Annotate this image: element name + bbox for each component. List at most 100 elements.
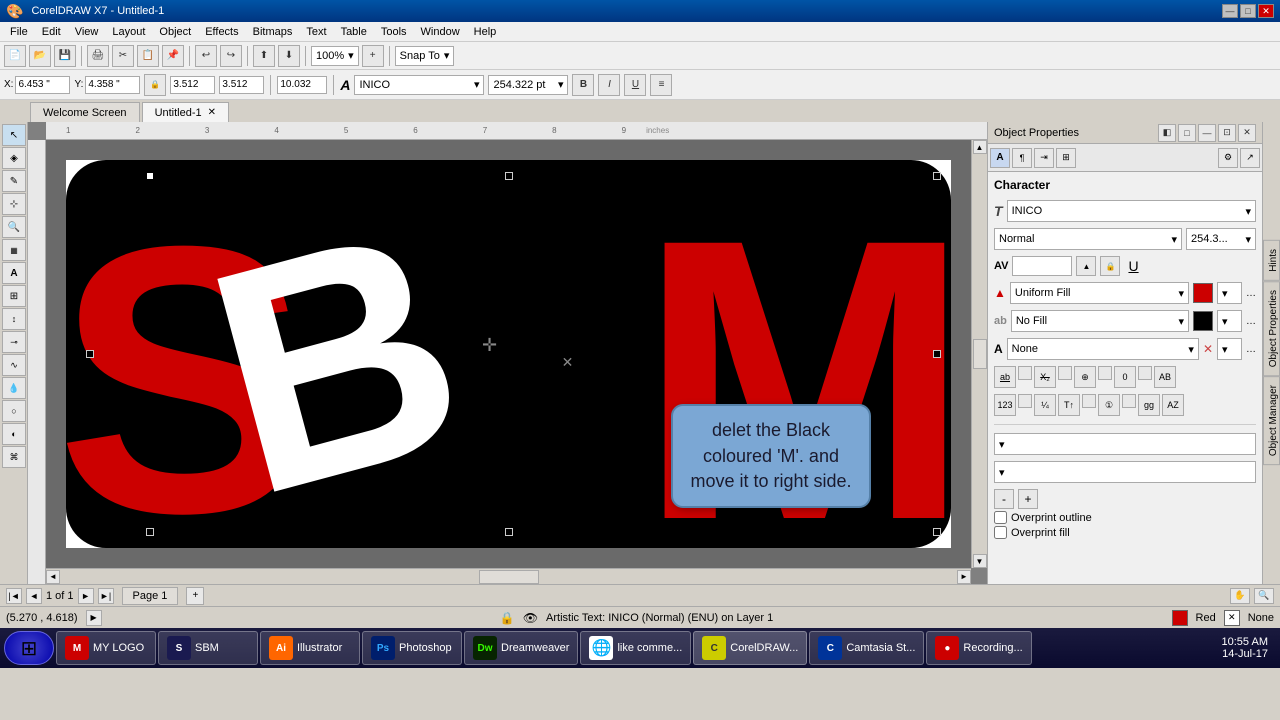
export-button[interactable]: ⬇: [278, 45, 300, 67]
last-page-btn[interactable]: ►|: [98, 588, 114, 604]
zoom-dropdown[interactable]: 100% ▾: [311, 46, 359, 66]
side-tab-manager[interactable]: Object Manager: [1263, 376, 1280, 465]
start-button[interactable]: ⊞: [4, 631, 54, 665]
maximize-button[interactable]: □: [1240, 4, 1256, 18]
panel-float[interactable]: ⊡: [1218, 124, 1236, 142]
smart-tool[interactable]: ⌘: [2, 446, 26, 468]
outline-color-dropdown[interactable]: ▾: [1217, 310, 1242, 332]
panel-minimize[interactable]: —: [1198, 124, 1216, 142]
lock-ratio[interactable]: 🔒: [144, 74, 166, 96]
taskbar-mylogo[interactable]: M MY LOGO: [56, 631, 156, 665]
panel-btn2[interactable]: □: [1178, 124, 1196, 142]
outline-options-icon[interactable]: …: [1246, 316, 1256, 327]
fill2-tool[interactable]: ◐: [2, 423, 26, 445]
menu-bitmaps[interactable]: Bitmaps: [247, 24, 299, 40]
next-page-btn[interactable]: ►: [78, 588, 94, 604]
connect-tool[interactable]: ⊸: [2, 331, 26, 353]
y-input[interactable]: [85, 76, 140, 94]
text-tool[interactable]: A: [2, 262, 26, 284]
eyedrop-tool[interactable]: 💧: [2, 377, 26, 399]
tab-welcome[interactable]: Welcome Screen: [30, 102, 140, 122]
none-dropdown[interactable]: None ▾: [1007, 338, 1199, 360]
fill-color-indicator[interactable]: [1172, 610, 1188, 626]
undo-button[interactable]: ↩: [195, 45, 217, 67]
menu-tools[interactable]: Tools: [375, 24, 413, 40]
panel-tab-btn[interactable]: ⇥: [1034, 148, 1054, 168]
handle-tc[interactable]: [505, 172, 513, 180]
char-strikethrough-btn[interactable]: X₂: [1034, 366, 1056, 388]
snap-dropdown[interactable]: Snap To ▾: [395, 46, 455, 66]
panel-btn1[interactable]: ◧: [1158, 124, 1176, 142]
rotation-handle[interactable]: ✕: [562, 354, 574, 371]
canvas-viewport[interactable]: S B M ✛ ✕: [46, 140, 971, 568]
font-dropdown[interactable]: INICO ▾: [354, 75, 484, 95]
select-tool[interactable]: ↖: [2, 124, 26, 146]
char-zero-btn[interactable]: 0: [1114, 366, 1136, 388]
dim-tool[interactable]: ↕: [2, 308, 26, 330]
scroll-right[interactable]: ►: [957, 570, 971, 584]
cut-button[interactable]: ✂: [112, 45, 134, 67]
panel-export-btn[interactable]: ↗: [1240, 148, 1260, 168]
open-button[interactable]: 📂: [29, 45, 51, 67]
menu-effects[interactable]: Effects: [199, 24, 244, 40]
taskbar-recording[interactable]: ● Recording...: [926, 631, 1031, 665]
kerning-input[interactable]: [1012, 256, 1072, 276]
char-super-btn[interactable]: ⊕: [1074, 366, 1096, 388]
h-input[interactable]: [219, 76, 264, 94]
fill-type-dropdown[interactable]: Uniform Fill ▾: [1010, 282, 1189, 304]
char-sub-btn[interactable]: 123: [994, 394, 1016, 416]
taskbar-camtasia[interactable]: C Camtasia St...: [809, 631, 924, 665]
handle-ml[interactable]: [86, 350, 94, 358]
none-x-icon[interactable]: ✕: [1203, 342, 1213, 356]
font-size-panel-dropdown[interactable]: 254.3... ▾: [1186, 228, 1256, 250]
x-input[interactable]: [15, 76, 70, 94]
outline-type-dropdown[interactable]: No Fill ▾: [1011, 310, 1189, 332]
handle-tl[interactable]: [146, 172, 154, 180]
blend-tool[interactable]: ∿: [2, 354, 26, 376]
kerning-up[interactable]: ▲: [1076, 256, 1096, 276]
print-button[interactable]: 🖨: [87, 45, 109, 67]
zoom-tool[interactable]: 🔍: [2, 216, 26, 238]
save-button[interactable]: 💾: [54, 45, 76, 67]
tab-close-icon[interactable]: ✕: [208, 107, 216, 118]
taskbar-chrome[interactable]: 🌐 like comme...: [580, 631, 691, 665]
prev-page-btn[interactable]: ◄: [26, 588, 42, 604]
paste-button[interactable]: 📌: [162, 45, 184, 67]
pos-dropdown2[interactable]: ▾: [994, 461, 1256, 483]
redo-button[interactable]: ↪: [220, 45, 242, 67]
w-input[interactable]: [170, 76, 215, 94]
outline-color-swatch[interactable]: [1193, 311, 1213, 331]
char-orn-btn[interactable]: ①: [1098, 394, 1120, 416]
menu-table[interactable]: Table: [335, 24, 373, 40]
char-caps-btn[interactable]: AB: [1154, 366, 1176, 388]
char-frac-btn[interactable]: ¼: [1034, 394, 1056, 416]
hscroll-thumb[interactable]: [479, 570, 539, 584]
menu-text[interactable]: Text: [300, 24, 332, 40]
menu-window[interactable]: Window: [415, 24, 466, 40]
font-size-dropdown[interactable]: 254.322 pt ▾: [488, 75, 568, 95]
underline-btn[interactable]: U: [624, 74, 646, 96]
shape-tool[interactable]: ◈: [2, 147, 26, 169]
handle-bc[interactable]: [505, 528, 513, 536]
font-family-dropdown[interactable]: INICO ▾: [1007, 200, 1256, 222]
taskbar-photoshop[interactable]: Ps Photoshop: [362, 631, 462, 665]
overprint-fill-cb[interactable]: [994, 526, 1007, 539]
char-cb2[interactable]: [1058, 366, 1072, 380]
scroll-left[interactable]: ◄: [46, 570, 60, 584]
char-cb1[interactable]: [1018, 366, 1032, 380]
play-btn[interactable]: ▶: [86, 610, 102, 626]
freehand-tool[interactable]: ✎: [2, 170, 26, 192]
menu-view[interactable]: View: [69, 24, 105, 40]
bold-btn[interactable]: B: [572, 74, 594, 96]
menu-file[interactable]: File: [4, 24, 34, 40]
scroll-thumb[interactable]: [973, 339, 987, 369]
table-tool[interactable]: ⊞: [2, 285, 26, 307]
taskbar-sbm[interactable]: S SBM: [158, 631, 258, 665]
pan-btn[interactable]: ✋: [1230, 588, 1250, 604]
char-cb4[interactable]: [1138, 366, 1152, 380]
taskbar-illustrator[interactable]: Ai Illustrator: [260, 631, 360, 665]
scroll-up[interactable]: ▲: [973, 140, 987, 154]
handle-tr[interactable]: [933, 172, 941, 180]
close-button[interactable]: ✕: [1258, 4, 1274, 18]
handle-br[interactable]: [933, 528, 941, 536]
